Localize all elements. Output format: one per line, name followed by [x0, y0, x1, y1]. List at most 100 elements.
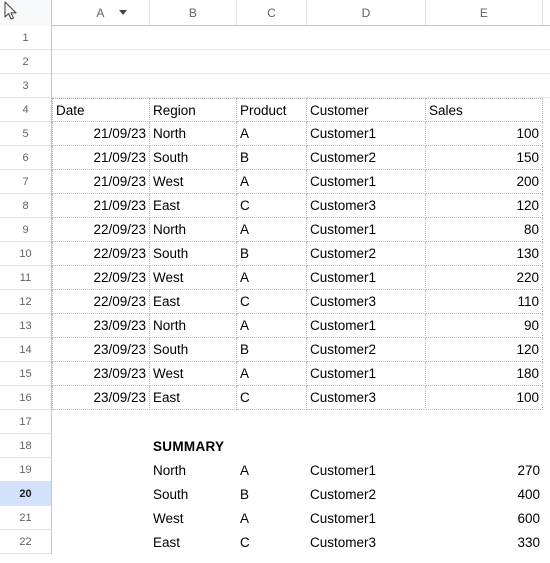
- cell-e3[interactable]: [426, 74, 543, 98]
- cell-e18[interactable]: [426, 434, 543, 458]
- row-header-18[interactable]: 18: [0, 434, 51, 458]
- cell-date[interactable]: 22/09/23: [52, 266, 150, 290]
- cell-date[interactable]: 21/09/23: [52, 146, 150, 170]
- column-header-d[interactable]: D: [307, 0, 426, 25]
- cell-region[interactable]: West: [150, 170, 237, 194]
- cell-sales[interactable]: 180: [426, 362, 543, 386]
- cell-region[interactable]: South: [150, 146, 237, 170]
- cell-customer[interactable]: Customer2: [307, 242, 426, 266]
- column-header-e[interactable]: E: [426, 0, 543, 25]
- cell-sales[interactable]: 100: [426, 386, 543, 410]
- cell-b2[interactable]: [150, 50, 237, 74]
- summary-total[interactable]: 330: [426, 530, 543, 554]
- cell-sales[interactable]: 130: [426, 242, 543, 266]
- cell-customer[interactable]: Customer3: [307, 194, 426, 218]
- cell-sales[interactable]: 200: [426, 170, 543, 194]
- row-header-17[interactable]: 17: [0, 410, 51, 434]
- cell-customer[interactable]: Customer1: [307, 314, 426, 338]
- cell-sales[interactable]: 90: [426, 314, 543, 338]
- cell-product[interactable]: B: [237, 338, 307, 362]
- cell-d18[interactable]: [307, 434, 426, 458]
- cell-customer[interactable]: Customer3: [307, 386, 426, 410]
- row-header-10[interactable]: 10: [0, 242, 51, 266]
- cell-date[interactable]: 22/09/23: [52, 242, 150, 266]
- summary-product[interactable]: C: [237, 530, 307, 554]
- row-header-3[interactable]: 3: [0, 74, 51, 98]
- cell-a20[interactable]: [52, 482, 150, 506]
- summary-customer[interactable]: Customer1: [307, 458, 426, 482]
- summary-region[interactable]: South: [150, 482, 237, 506]
- cell-date[interactable]: 22/09/23: [52, 218, 150, 242]
- cell-region[interactable]: East: [150, 194, 237, 218]
- cell-e2[interactable]: [426, 50, 543, 74]
- cell-e1[interactable]: [426, 26, 543, 50]
- cell-b3[interactable]: [150, 74, 237, 98]
- cell-d2[interactable]: [307, 50, 426, 74]
- table-header-sales[interactable]: Sales: [426, 98, 543, 122]
- cell-customer[interactable]: Customer2: [307, 338, 426, 362]
- cell-product[interactable]: A: [237, 218, 307, 242]
- row-header-21[interactable]: 21: [0, 506, 51, 530]
- summary-total[interactable]: 600: [426, 506, 543, 530]
- table-header-date[interactable]: Date: [52, 98, 150, 122]
- row-header-8[interactable]: 8: [0, 194, 51, 218]
- cell-date[interactable]: 23/09/23: [52, 386, 150, 410]
- row-header-15[interactable]: 15: [0, 362, 51, 386]
- cell-sales[interactable]: 110: [426, 290, 543, 314]
- cell-d17[interactable]: [307, 410, 426, 434]
- cell-c17[interactable]: [237, 410, 307, 434]
- row-header-14[interactable]: 14: [0, 338, 51, 362]
- cell-sales[interactable]: 120: [426, 338, 543, 362]
- row-header-9[interactable]: 9: [0, 218, 51, 242]
- cell-customer[interactable]: Customer1: [307, 362, 426, 386]
- cell-c1[interactable]: [237, 26, 307, 50]
- summary-customer[interactable]: Customer3: [307, 530, 426, 554]
- cell-c3[interactable]: [237, 74, 307, 98]
- cell-region[interactable]: North: [150, 314, 237, 338]
- row-header-13[interactable]: 13: [0, 314, 51, 338]
- summary-region[interactable]: West: [150, 506, 237, 530]
- summary-product[interactable]: A: [237, 506, 307, 530]
- cell-c2[interactable]: [237, 50, 307, 74]
- cell-customer[interactable]: Customer1: [307, 266, 426, 290]
- column-header-c[interactable]: C: [237, 0, 307, 25]
- cell-product[interactable]: B: [237, 242, 307, 266]
- cell-product[interactable]: A: [237, 122, 307, 146]
- cell-product[interactable]: C: [237, 290, 307, 314]
- cell-a17[interactable]: [52, 410, 150, 434]
- summary-customer[interactable]: Customer2: [307, 482, 426, 506]
- cell-b1[interactable]: [150, 26, 237, 50]
- summary-region[interactable]: East: [150, 530, 237, 554]
- cell-customer[interactable]: Customer3: [307, 290, 426, 314]
- cell-sales[interactable]: 150: [426, 146, 543, 170]
- cell-region[interactable]: West: [150, 266, 237, 290]
- cell-date[interactable]: 22/09/23: [52, 290, 150, 314]
- cell-product[interactable]: C: [237, 386, 307, 410]
- cell-c18[interactable]: [237, 434, 307, 458]
- cell-a22[interactable]: [52, 530, 150, 554]
- cell-customer[interactable]: Customer1: [307, 170, 426, 194]
- chevron-down-icon[interactable]: [119, 10, 127, 15]
- cell-date[interactable]: 23/09/23: [52, 338, 150, 362]
- cell-e17[interactable]: [426, 410, 543, 434]
- cell-a18[interactable]: [52, 434, 150, 458]
- cell-customer[interactable]: Customer1: [307, 218, 426, 242]
- cell-region[interactable]: North: [150, 218, 237, 242]
- summary-title[interactable]: SUMMARY: [150, 434, 237, 458]
- cell-sales[interactable]: 220: [426, 266, 543, 290]
- summary-product[interactable]: A: [237, 458, 307, 482]
- row-header-11[interactable]: 11: [0, 266, 51, 290]
- row-header-2[interactable]: 2: [0, 50, 51, 74]
- row-header-6[interactable]: 6: [0, 146, 51, 170]
- cell-region[interactable]: South: [150, 242, 237, 266]
- row-header-7[interactable]: 7: [0, 170, 51, 194]
- column-header-a[interactable]: A: [52, 0, 150, 25]
- cell-customer[interactable]: Customer2: [307, 146, 426, 170]
- row-header-5[interactable]: 5: [0, 122, 51, 146]
- cell-sales[interactable]: 120: [426, 194, 543, 218]
- row-header-4[interactable]: 4: [0, 98, 51, 122]
- cell-a1[interactable]: [52, 26, 150, 50]
- cell-date[interactable]: 21/09/23: [52, 122, 150, 146]
- cell-date[interactable]: 23/09/23: [52, 314, 150, 338]
- cell-product[interactable]: B: [237, 146, 307, 170]
